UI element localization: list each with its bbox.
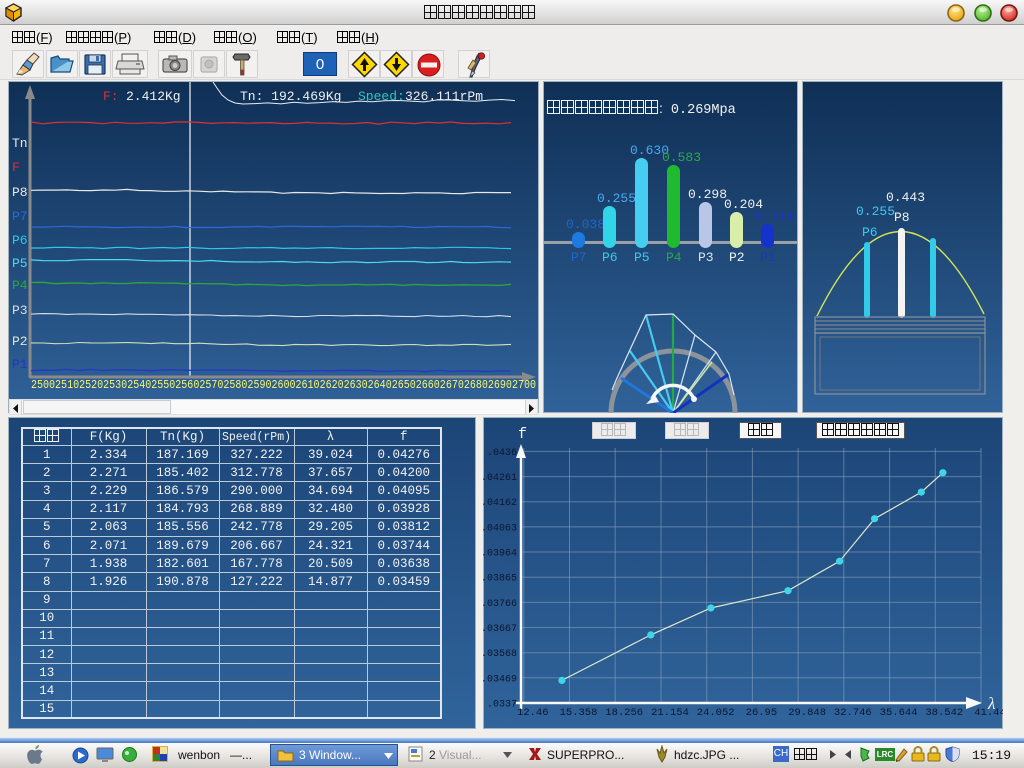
svg-text:.03766: .03766 <box>483 599 517 610</box>
svg-text:Speed:: Speed: <box>358 89 405 104</box>
svg-text:15.358: 15.358 <box>560 707 598 719</box>
svg-text:P6: P6 <box>602 250 618 265</box>
svg-text:18.256: 18.256 <box>605 707 643 719</box>
svg-text:26.95: 26.95 <box>746 707 778 719</box>
svg-text:.03469: .03469 <box>483 674 517 685</box>
svg-text:0.583: 0.583 <box>662 150 701 165</box>
svg-text:32.746: 32.746 <box>834 707 872 719</box>
svg-text:P6: P6 <box>12 233 28 248</box>
svg-text:P4: P4 <box>666 250 682 265</box>
svg-text:P1: P1 <box>12 357 28 372</box>
svg-text:.04261: .04261 <box>483 473 517 484</box>
svg-text:250025102520253025402550256025: 2500251025202530254025502560257025802590… <box>31 378 536 392</box>
svg-text:38.542: 38.542 <box>925 707 963 719</box>
svg-text:P8: P8 <box>894 210 910 225</box>
svg-text:0.255: 0.255 <box>856 204 895 219</box>
svg-text:12.46: 12.46 <box>517 707 549 719</box>
svg-text:.03865: .03865 <box>483 574 517 585</box>
svg-text:.03568: .03568 <box>483 649 517 660</box>
svg-text:P2: P2 <box>12 334 28 349</box>
svg-text:P5: P5 <box>12 256 28 271</box>
svg-text:21.154: 21.154 <box>651 707 689 719</box>
svg-text:0.298: 0.298 <box>688 187 727 202</box>
svg-text:P2: P2 <box>729 250 745 265</box>
svg-text:P5: P5 <box>634 250 650 265</box>
svg-text:P1: P1 <box>760 250 776 265</box>
svg-text:P3: P3 <box>698 250 714 265</box>
svg-text:35.644: 35.644 <box>880 707 918 719</box>
svg-text:P3: P3 <box>12 303 28 318</box>
svg-text:P4: P4 <box>12 278 28 293</box>
svg-text:0.255: 0.255 <box>597 191 636 206</box>
svg-text:F:: F: <box>103 89 119 104</box>
svg-text:λ: λ <box>987 694 995 713</box>
svg-text:0.111: 0.111 <box>755 209 794 224</box>
svg-text:P8: P8 <box>12 185 28 200</box>
svg-text:f: f <box>518 426 527 443</box>
svg-text:.0337: .0337 <box>487 700 517 711</box>
svg-text:0.443: 0.443 <box>886 190 925 205</box>
svg-text:P7: P7 <box>12 209 28 224</box>
svg-text:.03667: .03667 <box>483 624 517 635</box>
svg-text:0.038: 0.038 <box>566 217 605 232</box>
svg-text:F: F <box>12 160 20 175</box>
svg-text:.03964: .03964 <box>483 549 517 560</box>
svg-text:.0436: .0436 <box>487 448 517 459</box>
svg-text:2.412Kg: 2.412Kg <box>126 89 181 104</box>
svg-text:.04162: .04162 <box>483 498 517 509</box>
svg-text:Tn: Tn <box>12 136 28 151</box>
svg-text:P7: P7 <box>571 250 587 265</box>
svg-text:Tn: 192.469Kg: Tn: 192.469Kg <box>240 89 341 104</box>
svg-text:24.052: 24.052 <box>697 707 735 719</box>
svg-text:326.111rPm: 326.111rPm <box>405 89 483 104</box>
svg-text:.04063: .04063 <box>483 523 517 534</box>
svg-text:29.848: 29.848 <box>788 707 826 719</box>
svg-text:P6: P6 <box>862 225 878 240</box>
